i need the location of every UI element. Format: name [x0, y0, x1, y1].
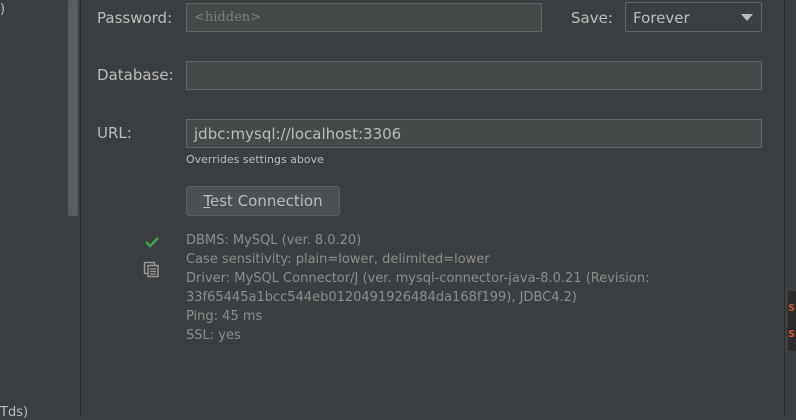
chevron-down-icon: [741, 14, 753, 21]
info-line-driver: Driver: MySQL Connector/J (ver. mysql-co…: [186, 271, 650, 286]
info-line-ssl: SSL: yes: [186, 328, 241, 343]
save-dropdown[interactable]: Forever: [625, 2, 762, 32]
info-line-driver-revision: 33f65445a1bcc544eb0120491926484da168f199…: [186, 290, 577, 305]
password-field[interactable]: <hidden>: [186, 3, 542, 32]
test-connection-button[interactable]: Test Connection: [186, 186, 340, 216]
right-gutter: s s: [784, 0, 796, 416]
info-line-ping: Ping: 45 ms: [186, 309, 263, 324]
error-stripe-mark[interactable]: s: [788, 300, 795, 314]
save-dropdown-value: Forever: [633, 9, 690, 27]
database-label: Database:: [97, 66, 174, 84]
left-panel-fragment: ): [0, 2, 6, 17]
left-scrollbar-thumb[interactable]: [68, 0, 78, 216]
database-field[interactable]: [186, 61, 762, 90]
left-panel: ) Tds): [0, 0, 81, 420]
url-label: URL:: [97, 124, 132, 142]
test-connection-label: est Connection: [210, 192, 323, 210]
error-stripe-mark[interactable]: s: [788, 326, 795, 340]
info-line-case-sensitivity: Case sensitivity: plain=lower, delimited…: [186, 252, 490, 267]
left-panel-fragment: Tds): [0, 405, 29, 420]
url-field[interactable]: jdbc:mysql://localhost:3306: [186, 119, 762, 148]
info-line-dbms: DBMS: MySQL (ver. 8.0.20): [186, 233, 362, 248]
save-label: Save:: [571, 9, 613, 27]
password-label: Password:: [97, 9, 173, 27]
check-icon: [145, 237, 159, 248]
url-hint: Overrides settings above: [186, 153, 324, 166]
connection-info: DBMS: MySQL (ver. 8.0.20) Case sensitivi…: [186, 231, 650, 345]
copy-icon[interactable]: [143, 261, 160, 278]
